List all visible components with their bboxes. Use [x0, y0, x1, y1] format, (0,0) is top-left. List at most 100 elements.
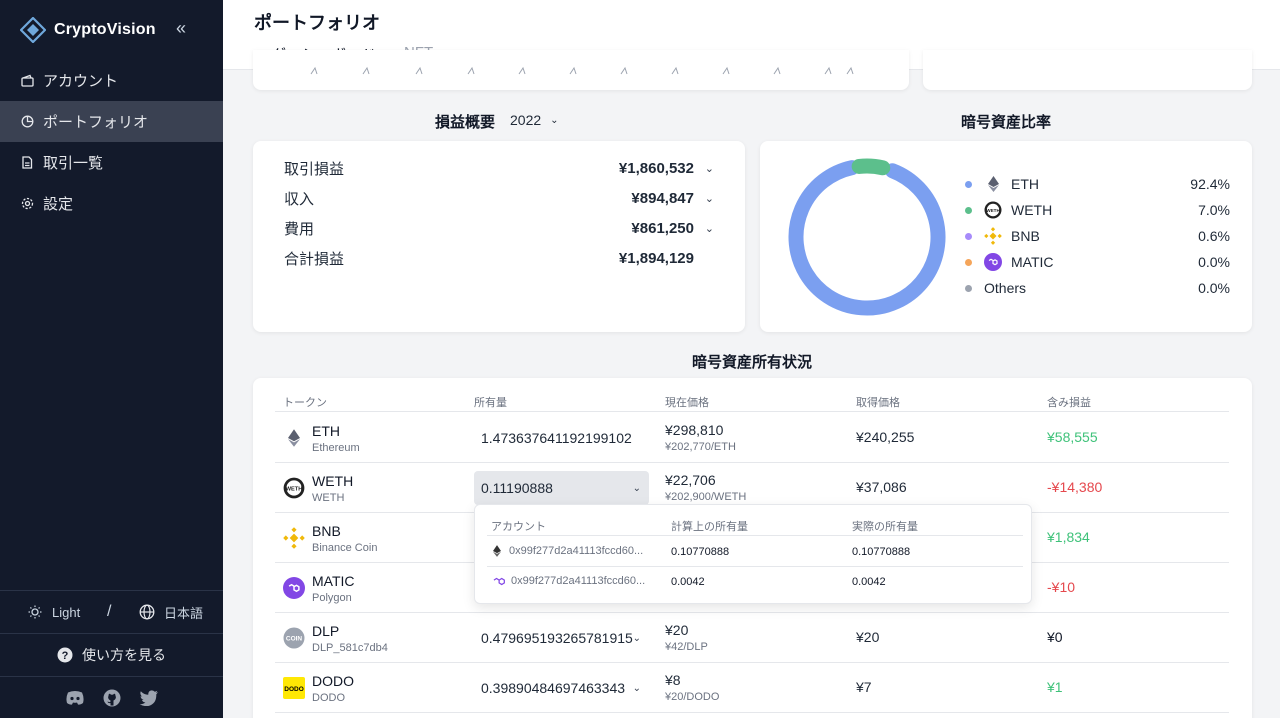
pl-label: 収入 — [284, 190, 315, 208]
legend-item-others: Others 0.0% — [965, 275, 1230, 301]
legend-item-matic: MATIC 0.0% — [965, 249, 1230, 275]
legend-pct: 0.6% — [1198, 228, 1230, 244]
pl-row-trade[interactable]: 取引損益 ¥1,860,532 ⌄ — [284, 153, 714, 183]
top-right-card — [923, 50, 1252, 90]
amount-dropdown[interactable]: 0.39890484697463343 ⌄ — [474, 671, 649, 705]
popup-column-header: 計算上の所有量 — [671, 521, 748, 533]
column-header: 現在価格 — [665, 397, 709, 409]
unit-price: ¥20/DODO — [665, 691, 720, 703]
account-address[interactable]: 0x99f277d2a41113fccd60... — [493, 575, 645, 587]
chevron-down-icon[interactable]: ⌄ — [694, 222, 714, 235]
language-toggle[interactable]: 日本語 — [139, 603, 203, 622]
legend-item-eth: ETH 92.4% — [965, 171, 1230, 197]
matic-icon — [493, 577, 505, 585]
pl-row-income[interactable]: 収入 ¥894,847 ⌄ — [284, 183, 714, 213]
bnb-icon — [283, 527, 305, 549]
matic-icon — [283, 577, 305, 599]
popup-column-header: 実際の所有量 — [852, 521, 918, 533]
amount-dropdown[interactable]: 0.479695193265781915 ⌄ — [474, 621, 649, 655]
donut-slice-eth[interactable] — [788, 160, 946, 316]
chevron-down-icon: ⌄ — [550, 114, 559, 126]
token-name: DODO — [312, 692, 345, 704]
sidebar-item-label: ポートフォリオ — [43, 114, 149, 131]
page-title: ポートフォリオ — [254, 13, 380, 33]
dodo-icon: DODO — [283, 677, 305, 699]
holdings-title: 暗号資産所有状況 — [692, 354, 813, 371]
legend-name: WETH — [1011, 202, 1053, 218]
matic-icon — [984, 253, 1002, 271]
github-icon[interactable] — [103, 689, 121, 707]
theme-language-bar: Light / 日本語 — [0, 590, 223, 633]
token-symbol: ETH — [312, 423, 340, 439]
weth-icon: WETH — [984, 201, 1002, 219]
sidebar-item-transactions[interactable]: 取引一覧 — [0, 142, 223, 183]
help-label: 使い方を見る — [82, 647, 166, 663]
sidebar-item-account[interactable]: アカウント — [0, 60, 223, 101]
sidebar-item-label: 設定 — [43, 196, 74, 213]
chevron-down-icon: ⌄ — [632, 482, 641, 494]
help-icon: ? — [57, 647, 73, 663]
svg-text:DODO: DODO — [284, 686, 304, 693]
year-select[interactable]: 2022 ⌄ — [510, 112, 559, 128]
app-name: CryptoVision — [54, 21, 156, 38]
donut-slice-weth[interactable] — [851, 158, 891, 176]
separator: / — [107, 603, 112, 620]
legend-dot — [965, 206, 972, 214]
pie-chart-icon — [20, 115, 34, 129]
coin-icon: COIN — [283, 627, 305, 649]
sidebar-item-portfolio[interactable]: ポートフォリオ — [0, 101, 223, 142]
social-links — [0, 676, 223, 718]
current-price: ¥20 — [665, 622, 689, 638]
legend-name: MATIC — [1011, 254, 1054, 270]
eth-icon — [984, 175, 1002, 193]
acquisition-cost: ¥7 — [856, 679, 872, 695]
legend-dot — [965, 180, 972, 188]
token-name: Binance Coin — [312, 542, 378, 554]
unit-price: ¥42/DLP — [665, 641, 708, 653]
donut-chart — [788, 158, 946, 316]
legend-pct: 0.0% — [1198, 280, 1230, 296]
amount-text: 0.11190888 — [481, 480, 553, 496]
logo-icon — [20, 17, 46, 43]
double-chevron-left-icon[interactable]: « — [176, 18, 186, 39]
pl-value: ¥861,250 — [631, 219, 694, 237]
discord-icon[interactable] — [65, 690, 85, 706]
unrealized-gain: ¥58,555 — [1047, 429, 1098, 445]
pl-label: 合計損益 — [284, 250, 345, 268]
amount-value: 1.473637641192199102 — [474, 421, 649, 455]
actual-amount: 0.0042 — [852, 576, 886, 588]
theme-toggle[interactable]: Light — [28, 605, 80, 620]
unrealized-gain: ¥0 — [1047, 629, 1063, 645]
amount-text: 1.473637641192199102 — [481, 430, 632, 446]
chevron-down-icon: ⌄ — [632, 632, 641, 644]
token-symbol: MATIC — [312, 573, 355, 589]
popup-row: 0x99f277d2a41113fccd60... 0.10770888 0.1… — [487, 537, 1023, 567]
legend-pct: 7.0% — [1198, 202, 1230, 218]
chevron-down-icon[interactable]: ⌄ — [694, 192, 714, 205]
table-header: トークン 所有量 現在価格 取得価格 含み損益 — [275, 392, 1229, 412]
address-text: 0x99f277d2a41113fccd60... — [511, 575, 646, 587]
legend-pct: 0.0% — [1198, 254, 1230, 270]
table-row: DODO DODO DODO 0.39890484697463343 ⌄ ¥8 ¥… — [275, 663, 1229, 713]
pl-row-expense[interactable]: 費用 ¥861,250 ⌄ — [284, 213, 714, 243]
help-link[interactable]: ? 使い方を見る — [0, 633, 223, 676]
top-chart-card — [253, 50, 909, 90]
amount-text: 0.479695193265781915 — [481, 630, 633, 646]
account-address[interactable]: 0x99f277d2a41113fccd60... — [493, 545, 643, 557]
legend-name: ETH — [1011, 176, 1039, 192]
chevron-down-icon[interactable]: ⌄ — [694, 162, 714, 175]
sun-icon — [28, 605, 42, 619]
column-header: 含み損益 — [1047, 397, 1091, 409]
table-row: COIN DLP DLP_581c7db4 0.4796951932657819… — [275, 613, 1229, 663]
pl-value: ¥1,894,129 — [618, 249, 694, 267]
amount-dropdown[interactable]: 0.11190888 ⌄ — [474, 471, 649, 505]
acquisition-cost: ¥240,255 — [856, 429, 915, 445]
token-symbol: BNB — [312, 523, 341, 539]
twitter-icon[interactable] — [139, 689, 159, 706]
pl-card: 取引損益 ¥1,860,532 ⌄ 収入 ¥894,847 ⌄ 費用 ¥861,… — [253, 141, 745, 332]
sidebar-item-settings[interactable]: 設定 — [0, 183, 223, 224]
table-row: ETH Ethereum 1.473637641192199102 ¥298,8… — [275, 413, 1229, 463]
legend-item-bnb: BNB 0.6% — [965, 223, 1230, 249]
amount-text: 0.39890484697463343 — [481, 680, 626, 696]
brand[interactable]: CryptoVision — [20, 16, 156, 44]
